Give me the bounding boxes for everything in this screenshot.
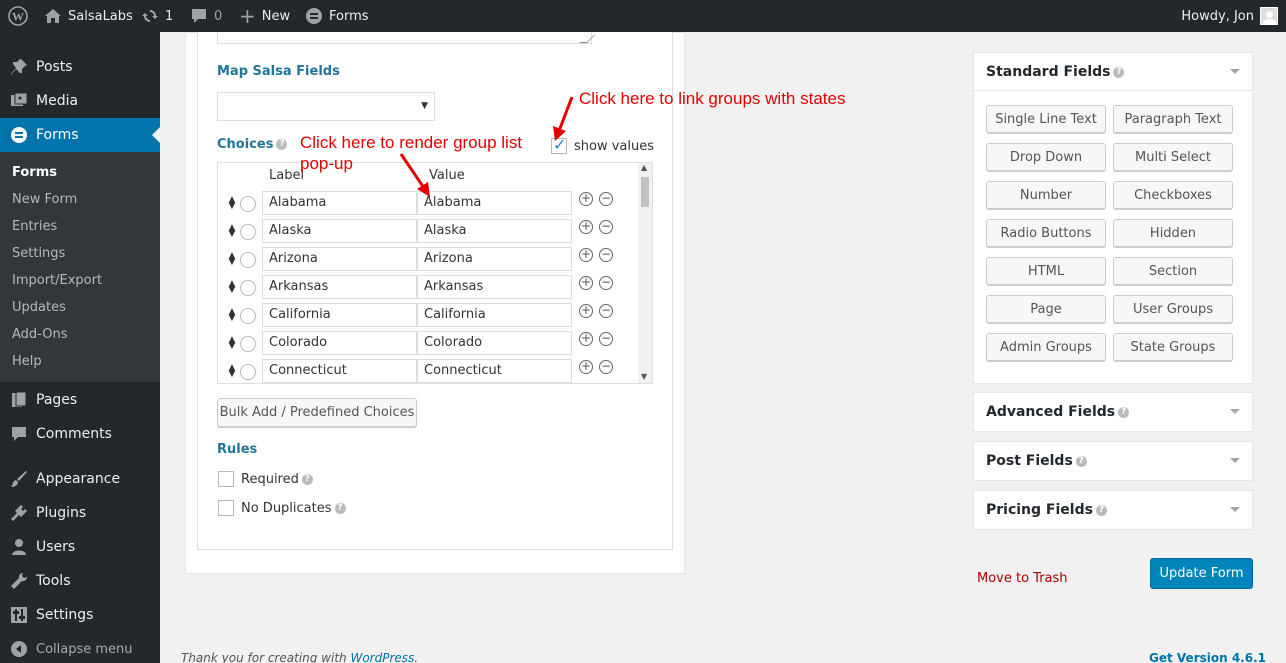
field-button-multi-select[interactable]: Multi Select [1113,143,1233,171]
help-icon[interactable]: ? [1118,406,1130,418]
field-button-number[interactable]: Number [986,181,1106,209]
field-button-html[interactable]: HTML [986,257,1106,285]
pricing-fields-title: Pricing Fields? [986,502,1107,518]
field-button-admin-groups[interactable]: Admin Groups [986,333,1106,361]
advanced-fields-box[interactable]: Advanced Fields? [973,392,1253,432]
field-button-checkboxes[interactable]: Checkboxes [1113,181,1233,209]
footer-thanks-period: . [414,651,419,663]
expand-caret-icon[interactable] [1230,458,1240,468]
field-button-state-groups[interactable]: State Groups [1113,333,1233,361]
help-icon[interactable]: ? [1095,504,1107,516]
wordpress-link[interactable]: WordPress [350,651,414,663]
arrow-to-show-values [557,96,574,132]
footer-thanks-text: Thank you for creating with [181,651,351,663]
field-button-hidden[interactable]: Hidden [1113,219,1233,247]
field-button-paragraph-text[interactable]: Paragraph Text [1113,105,1233,133]
expand-caret-icon[interactable] [1230,409,1240,419]
field-button-section[interactable]: Section [1113,257,1233,285]
field-button-single-line-text[interactable]: Single Line Text [986,105,1106,133]
expand-caret-icon[interactable] [1230,507,1240,517]
footer-thanks: Thank you for creating with WordPress. [181,651,418,663]
advanced-fields-title: Advanced Fields? [986,404,1130,420]
help-icon[interactable]: ? [1075,455,1087,467]
help-icon[interactable]: ? [1113,66,1125,78]
arrow-to-value-column [399,153,426,189]
arrow-head-value-column [417,182,430,197]
standard-fields-box: Standard Fields? Single Line Text Paragr… [973,52,1253,384]
post-fields-title: Post Fields? [986,453,1087,469]
collapse-caret-icon[interactable] [1230,69,1240,79]
field-button-page[interactable]: Page [986,295,1106,323]
pricing-fields-box[interactable]: Pricing Fields? [973,490,1253,530]
standard-fields-header[interactable]: Standard Fields? [974,53,1252,91]
post-fields-box[interactable]: Post Fields? [973,441,1253,481]
standard-fields-title: Standard Fields? [986,64,1125,80]
field-button-radio-buttons[interactable]: Radio Buttons [986,219,1106,247]
get-version-link[interactable]: Get Version 4.6.1 [1149,651,1266,663]
field-button-user-groups[interactable]: User Groups [1113,295,1233,323]
update-form-button[interactable]: Update Form [1150,558,1253,589]
field-button-drop-down[interactable]: Drop Down [986,143,1106,171]
move-to-trash-link[interactable]: Move to Trash [977,571,1068,586]
